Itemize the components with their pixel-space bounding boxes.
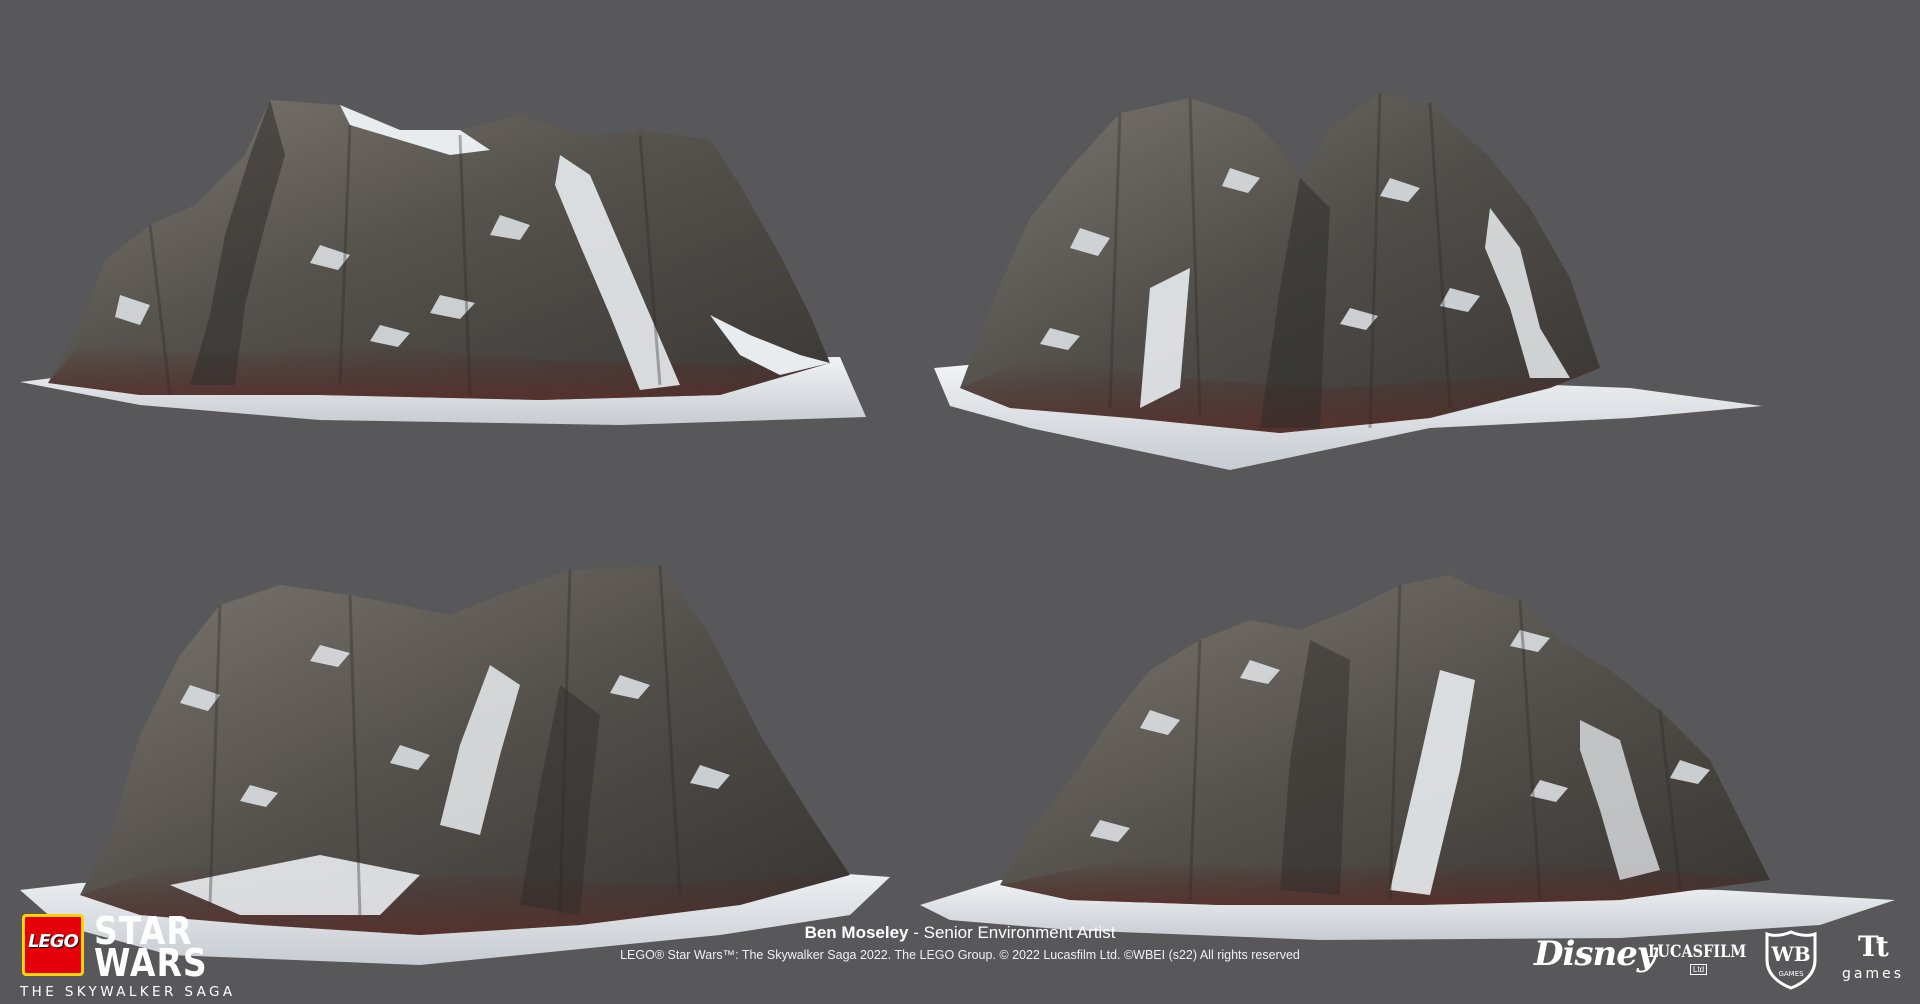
saga-subtitle: THE SKYWALKER SAGA	[20, 984, 236, 1000]
credit-line: Ben Moseley - Senior Environment Artist	[620, 922, 1300, 944]
tt-games-logo: Tt games	[1838, 930, 1910, 1000]
artist-credit: Ben Moseley - Senior Environment Artist …	[620, 922, 1300, 963]
lego-wordmark: LEGO	[28, 931, 79, 952]
credit-separator: -	[908, 923, 924, 942]
tt-mark: Tt	[1858, 930, 1889, 963]
artist-name: Ben Moseley	[804, 923, 909, 942]
mountain-render-bottom-right	[920, 575, 1895, 940]
logo-separator: ·	[1628, 946, 1635, 968]
disney-logo: Disney	[1534, 934, 1657, 974]
tt-games-label: games	[1842, 966, 1905, 982]
wb-games-label: GAMES	[1778, 970, 1804, 978]
lucasfilm-logo: LUCASFILM Ltd	[1646, 938, 1746, 975]
artwork-canvas: LEGO STAR WARS THE SKYWALKER SAGA Ben Mo…	[0, 0, 1920, 1004]
copyright-notice: LEGO® Star Wars™: The Skywalker Saga 202…	[620, 948, 1300, 962]
wars-wordmark: WARS	[94, 940, 208, 986]
mountain-render-top-left	[20, 100, 866, 425]
wb-letters: WB	[1770, 942, 1810, 966]
lucasfilm-wordmark: LUCASFILM	[1648, 942, 1747, 962]
wb-games-shield-icon: WB GAMES	[1765, 930, 1817, 990]
lucasfilm-ltd-tag: Ltd	[1690, 964, 1708, 975]
lego-badge: LEGO	[22, 914, 84, 976]
artist-role: Senior Environment Artist	[923, 923, 1116, 942]
lego-star-wars-logo: LEGO STAR WARS THE SKYWALKER SAGA	[18, 910, 258, 1000]
mountain-render-top-right	[934, 92, 1762, 470]
partner-logos: Disney · LUCASFILM Ltd WB GAMES Tt games	[1528, 930, 1912, 1004]
